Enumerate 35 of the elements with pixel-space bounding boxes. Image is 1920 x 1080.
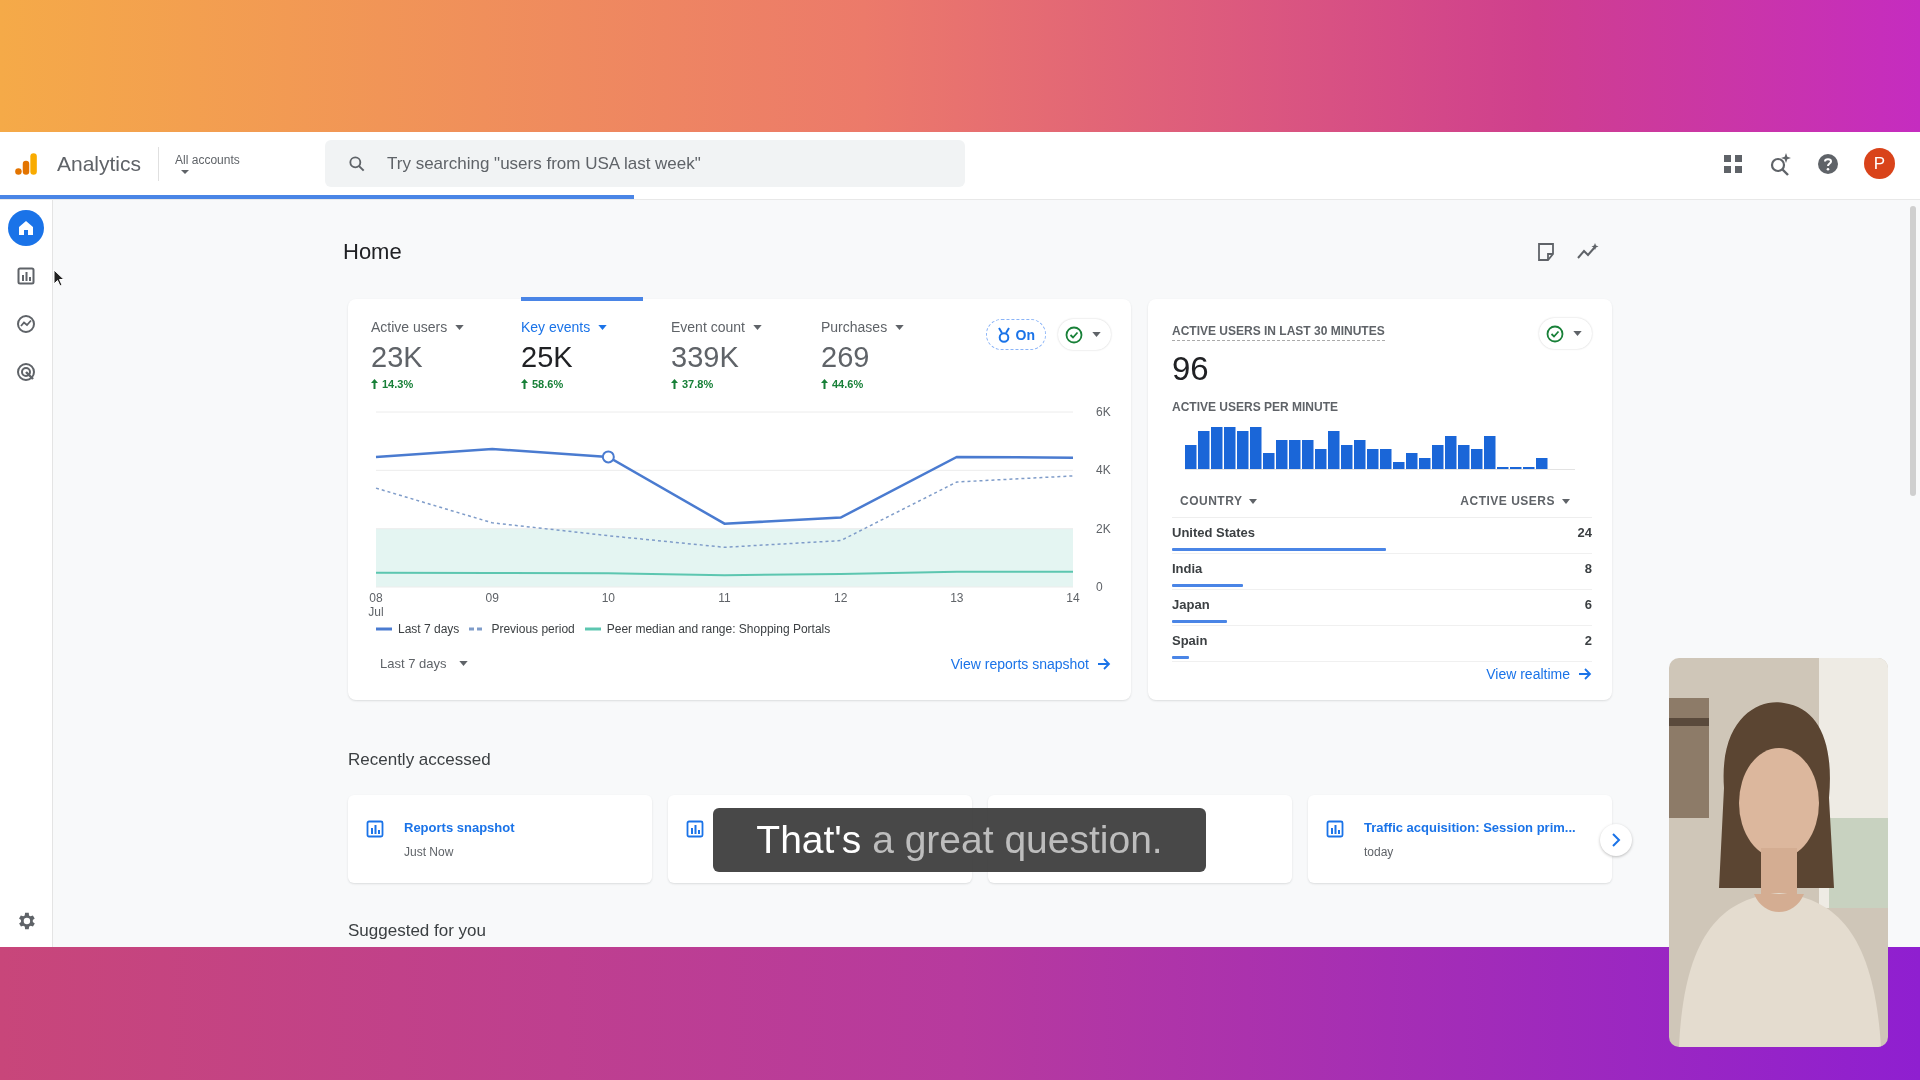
country-name: United States xyxy=(1172,525,1256,540)
legend-label: Previous period xyxy=(491,622,575,636)
section-heading: Recently accessed xyxy=(348,750,492,770)
page-title: Home xyxy=(343,239,402,265)
country-name: India xyxy=(1172,561,1203,576)
realtime-title: ACTIVE USERS IN LAST 30 MINUTES xyxy=(1172,324,1385,341)
recent-item-title: Reports snapshot xyxy=(404,820,515,835)
y-tick-label: 2K xyxy=(1096,521,1111,536)
country-name: Spain xyxy=(1172,633,1208,648)
per-minute-title: ACTIVE USERS PER MINUTE xyxy=(1172,400,1340,414)
user-count: 6 xyxy=(1584,597,1592,612)
legend-label: Last 7 days xyxy=(398,622,460,636)
app-name: Analytics xyxy=(57,151,142,176)
recent-item-time: Just Now xyxy=(404,845,455,859)
x-tick-label: 10 xyxy=(601,591,615,605)
x-tick-label: 11 xyxy=(718,591,731,605)
recent-item-time: today xyxy=(1364,845,1395,859)
x-month-label: Jul xyxy=(368,605,384,619)
x-tick-label: 12 xyxy=(834,591,848,605)
y-tick-label: 6K xyxy=(1096,405,1111,419)
country-name: Japan xyxy=(1172,597,1210,612)
user-count: 2 xyxy=(1584,633,1592,648)
user-count: 8 xyxy=(1584,561,1592,576)
x-tick-label: 08 xyxy=(369,591,383,605)
caption-toast: That's a great question. xyxy=(713,808,1206,872)
x-tick-label: 09 xyxy=(485,591,499,605)
y-tick-label: 4K xyxy=(1096,463,1111,478)
x-tick-label: 14 xyxy=(1066,591,1080,605)
section-heading: Suggested for you xyxy=(348,921,487,941)
recent-item-title: Traffic acquisition: Session prim... xyxy=(1364,820,1576,835)
x-tick-label: 13 xyxy=(950,591,964,605)
y-tick-label: 0 xyxy=(1096,580,1103,594)
user-count: 24 xyxy=(1577,525,1592,540)
legend-label: Peer median and range: Shopping Portals xyxy=(606,622,831,636)
realtime-value: 96 xyxy=(1172,350,1210,388)
